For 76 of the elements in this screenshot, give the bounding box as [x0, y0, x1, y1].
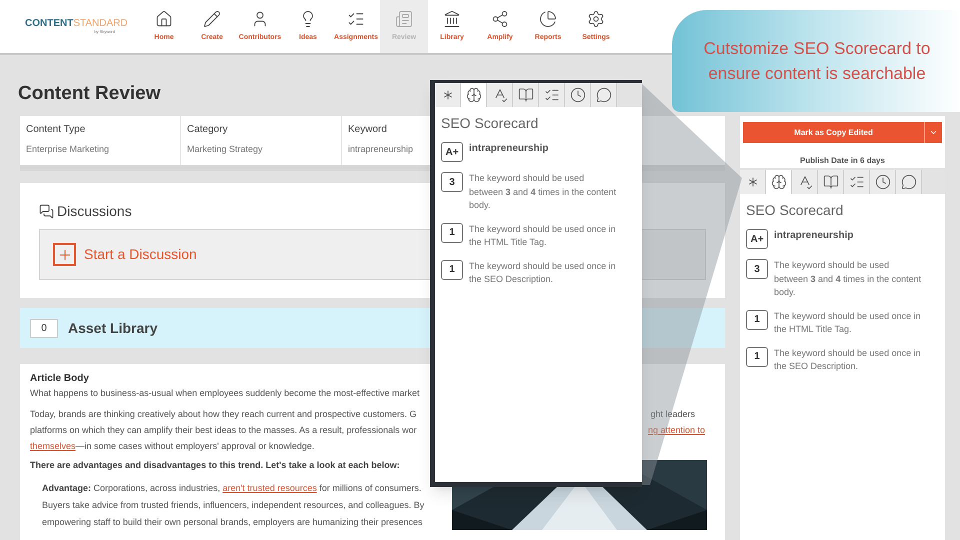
pencil-icon: [203, 10, 221, 28]
document-icon: [395, 10, 413, 28]
book-icon: [822, 174, 838, 190]
speech-bubble-icon: [900, 174, 916, 190]
score-badge: 1: [441, 260, 463, 280]
callout-text: Cutstomize SEO Scorecard to ensure content is searchable: [702, 38, 932, 85]
score-badge: 1: [441, 222, 463, 242]
body-text: What happens to business-as-usual when employees suddenly become the most-effective market: [30, 387, 421, 400]
panel-tab[interactable]: [591, 83, 617, 107]
page-title: Content Review: [18, 82, 161, 106]
clock-icon: [570, 87, 586, 103]
score-badge: A+: [746, 229, 768, 249]
panel-tab[interactable]: [792, 170, 818, 194]
caret-icon: [929, 128, 938, 137]
body-link[interactable]: aren't trusted resources: [222, 483, 317, 493]
panel-tab[interactable]: [896, 170, 922, 194]
info-value: intrapreneurship: [348, 143, 414, 156]
body-text: platforms on which they can amplify their best ideas to the masses. As a result, professionals wor: [30, 424, 417, 437]
plus-icon: [53, 243, 76, 266]
bank-icon: [443, 10, 461, 28]
info-label: Category: [187, 123, 228, 137]
article-title: Article Body: [30, 372, 90, 386]
clock-icon: [874, 174, 890, 190]
panel-tab[interactable]: [513, 83, 539, 107]
advantage-paragraph: Advantage: Corporations, across industries, aren't trusted resources for millions of consumers. Buyers take advice from trusted friends, influencers, independent resources, and colleagues. By empowering staff to build their own personal brands, employers are humanizing their presences: [41, 482, 426, 529]
brain-icon: [770, 174, 786, 190]
mark-copy-edited-button[interactable]: Mark as Copy Edited: [743, 122, 924, 143]
rule-text: The keyword should be used between 3 and 4 times in the content body.: [774, 259, 922, 299]
checklist-icon: [848, 174, 864, 190]
panel-tab[interactable]: [818, 170, 844, 194]
panel-tab[interactable]: [565, 83, 591, 107]
info-label: Keyword: [348, 123, 387, 137]
score-badge: 1: [746, 346, 768, 366]
rule-text: The keyword should be used once in the HTML Title Tag.: [774, 310, 922, 336]
panel-tab[interactable]: [844, 170, 870, 194]
keyword-text: intrapreneurship: [469, 142, 548, 156]
asset-count: 0: [30, 318, 58, 338]
body-link[interactable]: ng attention to: [648, 422, 705, 438]
panel-tab[interactable]: [461, 83, 487, 107]
score-badge: 3: [746, 259, 768, 279]
panel-tab[interactable]: [487, 83, 513, 107]
body-text: Today, brands are thinking creatively about how they reach current and prospective customers. G: [30, 408, 417, 421]
discussions-title: Discussions: [57, 202, 132, 221]
speech-bubble-icon: [596, 87, 612, 103]
brain-icon: [466, 87, 482, 103]
discussion-icon: [39, 204, 54, 219]
score-badge: 3: [441, 172, 463, 192]
panel-tab[interactable]: [740, 170, 766, 194]
score-badge: 1: [746, 310, 768, 330]
panel-tab[interactable]: [435, 83, 461, 107]
body-link[interactable]: themselves: [30, 438, 76, 454]
home-icon: [155, 10, 173, 28]
body-text: ght leaders: [650, 408, 695, 421]
scorecard-title: SEO Scorecard: [746, 201, 844, 220]
asset-library-title: Asset Library: [68, 318, 158, 338]
lead-text: There are advantages and disadvantages to this trend. Let's take a look at each below:: [30, 459, 401, 472]
panel-tab[interactable]: [766, 170, 792, 194]
info-value: Marketing Strategy: [187, 143, 263, 156]
publish-date: Publish Date in 6 days: [800, 155, 885, 167]
panel-tab[interactable]: [539, 83, 565, 107]
rule-text: The keyword should be used between 3 and 4 times in the content body.: [469, 172, 618, 212]
checklist-icon: [544, 87, 560, 103]
score-badge: A+: [441, 142, 463, 162]
rule-text: The keyword should be used once in the SEO Description.: [774, 346, 922, 373]
logo-word: CONTENT: [25, 18, 74, 28]
info-label: Content Type: [26, 123, 86, 137]
scorecard-title: SEO Scorecard: [441, 114, 540, 133]
share-icon: [491, 10, 509, 28]
pie-chart-icon: [539, 10, 557, 28]
info-value: Enterprise Marketing: [26, 143, 110, 156]
panel-tab[interactable]: [870, 170, 896, 194]
body-text: —in some cases without employers' approval or knowledge.: [76, 440, 314, 453]
book-icon: [518, 87, 534, 103]
logo-word: STANDARD: [73, 18, 128, 28]
keyword-text: intrapreneurship: [774, 229, 854, 243]
settings-icon: [587, 10, 605, 28]
